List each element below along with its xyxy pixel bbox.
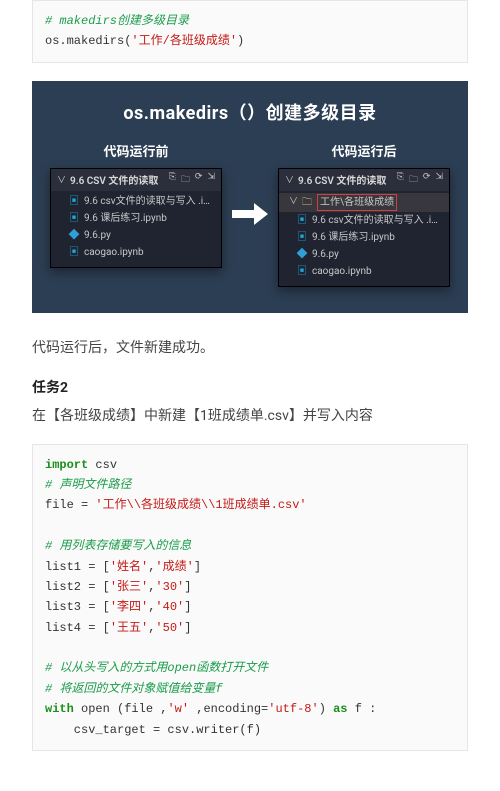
list-item: ▣ 9.6 csv文件的读取与写入 .ipynb [51,193,221,210]
collapse-icon: ⇲ [207,172,215,188]
code-string: '工作\\各班级成绩\\1班成绩单.csv' [95,498,306,512]
list-item-new-folder: ∨ 🗀 工作\各班级成绩 [279,193,449,212]
explorer-header: ∨ 9.6 CSV 文件的读取 ⎘ 🗀 ⟳ ⇲ [279,169,449,191]
code-text: list3 = [ [45,600,110,614]
list-item: ▣ caogao.ipynb [51,244,221,261]
code-text: ] [184,580,191,594]
notebook-icon: ▣ [297,215,307,225]
code-string: '王五' [110,621,148,635]
list-item: ◆ 9.6.py [51,227,221,244]
code-keyword: import [45,458,88,472]
code-string: 'w' [167,702,189,716]
file-explorer-before: ∨ 9.6 CSV 文件的读取 ⎘ 🗀 ⟳ ⇲ ▣ 9.6 csv文件的读取与写… [50,168,222,268]
diagram-after-column: 代码运行后 ∨ 9.6 CSV 文件的读取 ⎘ 🗀 ⟳ ⇲ [278,141,450,287]
list-item: ▣ 9.6 课后练习.ipynb [279,229,449,246]
chevron-down-icon: ∨ [57,173,66,186]
code-comment: # 以从头写入的方式用open函数打开文件 [45,661,268,675]
file-name: caogao.ipynb [84,245,144,260]
explorer-list: ∨ 🗀 工作\各班级成绩 ▣ 9.6 csv文件的读取与写入 .ipynb ▣ … [279,191,449,286]
code-string: 'utf-8' [268,702,318,716]
folder-name: 工作\各班级成绩 [317,194,397,211]
code-string: '姓名' [110,560,148,574]
code-string: '成绩' [155,560,193,574]
refresh-icon: ⟳ [423,172,431,188]
file-name: caogao.ipynb [312,264,372,279]
explorer-header-actions: ⎘ 🗀 ⟳ ⇲ [397,172,443,188]
list-item: ◆ 9.6.py [279,246,449,263]
list-item: ▣ 9.6 csv文件的读取与写入 .ipynb [279,212,449,229]
code-comment: # 声明文件路径 [45,478,131,492]
notebook-icon: ▣ [69,213,79,223]
file-name: 9.6.py [312,247,339,262]
code-text: list1 = [ [45,560,110,574]
new-file-icon: ⎘ [397,172,404,188]
notebook-icon: ▣ [297,266,307,276]
explorer-header: ∨ 9.6 CSV 文件的读取 ⎘ 🗀 ⟳ ⇲ [51,169,221,191]
code-string: '李四' [110,600,148,614]
notebook-icon: ▣ [297,232,307,242]
chevron-down-icon: ∨ [289,196,298,210]
explorer-header-title: 9.6 CSV 文件的读取 [298,172,397,187]
chevron-down-icon: ∨ [285,173,294,186]
file-name: 9.6.py [84,228,111,243]
code-string: '50' [155,621,184,635]
code-text: ] [184,621,191,635]
file-name: 9.6 csv文件的读取与写入 .ipynb [312,213,441,228]
diagram-before-column: 代码运行前 ∨ 9.6 CSV 文件的读取 ⎘ 🗀 ⟳ ⇲ [50,141,222,268]
new-file-icon: ⎘ [169,172,176,188]
notebook-icon: ▣ [69,196,79,206]
refresh-icon: ⟳ [195,172,203,188]
explorer-header-actions: ⎘ 🗀 ⟳ ⇲ [169,172,215,188]
code-comment: # 将返回的文件对象赋值给变量f [45,682,223,696]
code-text: ] [184,600,191,614]
code-text: open (file , [74,702,168,716]
code-string: '张三' [110,580,148,594]
notebook-icon: ▣ [69,247,79,257]
explorer-list: ▣ 9.6 csv文件的读取与写入 .ipynb ▣ 9.6 课后练习.ipyn… [51,191,221,267]
file-name: 9.6 csv文件的读取与写入 .ipynb [84,194,213,209]
new-folder-icon: 🗀 [409,172,418,188]
file-explorer-after: ∨ 9.6 CSV 文件的读取 ⎘ 🗀 ⟳ ⇲ ∨ 🗀 [278,168,450,287]
code-text: csv [88,458,117,472]
folder-icon: 🗀 [302,197,312,207]
python-icon: ◆ [69,230,79,240]
list-item: ▣ caogao.ipynb [279,263,449,280]
code-comment: # 用列表存储要写入的信息 [45,539,191,553]
new-folder-icon: 🗀 [181,172,190,188]
code-text: ) [319,702,333,716]
task-title: 任务2 [32,377,468,397]
code-comment: # makedirs创建多级目录 [45,14,189,28]
code-block-task2: import csv # 声明文件路径 file = '工作\\各班级成绩\\1… [32,444,468,751]
python-icon: ◆ [297,249,307,259]
diagram-after-label: 代码运行后 [331,141,396,160]
code-text: ,encoding= [189,702,268,716]
code-keyword: with [45,702,74,716]
diagram-before-label: 代码运行前 [103,141,168,160]
code-block-makedirs: # makedirs创建多级目录 os.makedirs('工作/各班级成绩') [32,0,468,63]
code-text: list4 = [ [45,621,110,635]
diagram-title: os.makedirs（）创建多级目录 [50,99,450,125]
file-name: 9.6 课后练习.ipynb [312,230,395,245]
code-string: '工作/各班级成绩' [131,34,237,48]
diagram-makedirs: os.makedirs（）创建多级目录 代码运行前 ∨ 9.6 CSV 文件的读… [32,81,468,313]
collapse-icon: ⇲ [435,172,443,188]
code-text: f : [348,702,377,716]
arrow-icon [230,201,270,227]
code-text: list2 = [ [45,580,110,594]
code-text: ] [194,560,201,574]
code-string: '30' [155,580,184,594]
run-result-text: 代码运行后，文件新建成功。 [32,337,468,359]
task-description: 在【各班级成绩】中新建【1班成绩单.csv】并写入内容 [32,405,468,427]
code-line: os.makedirs( [45,34,131,48]
explorer-header-title: 9.6 CSV 文件的读取 [70,172,169,187]
code-line-end: ) [237,34,244,48]
list-item: ▣ 9.6 课后练习.ipynb [51,210,221,227]
code-keyword: as [333,702,347,716]
code-string: '40' [155,600,184,614]
code-text: file = [45,498,95,512]
code-text: csv_target = csv.writer(f) [45,723,261,737]
file-name: 9.6 课后练习.ipynb [84,211,167,226]
